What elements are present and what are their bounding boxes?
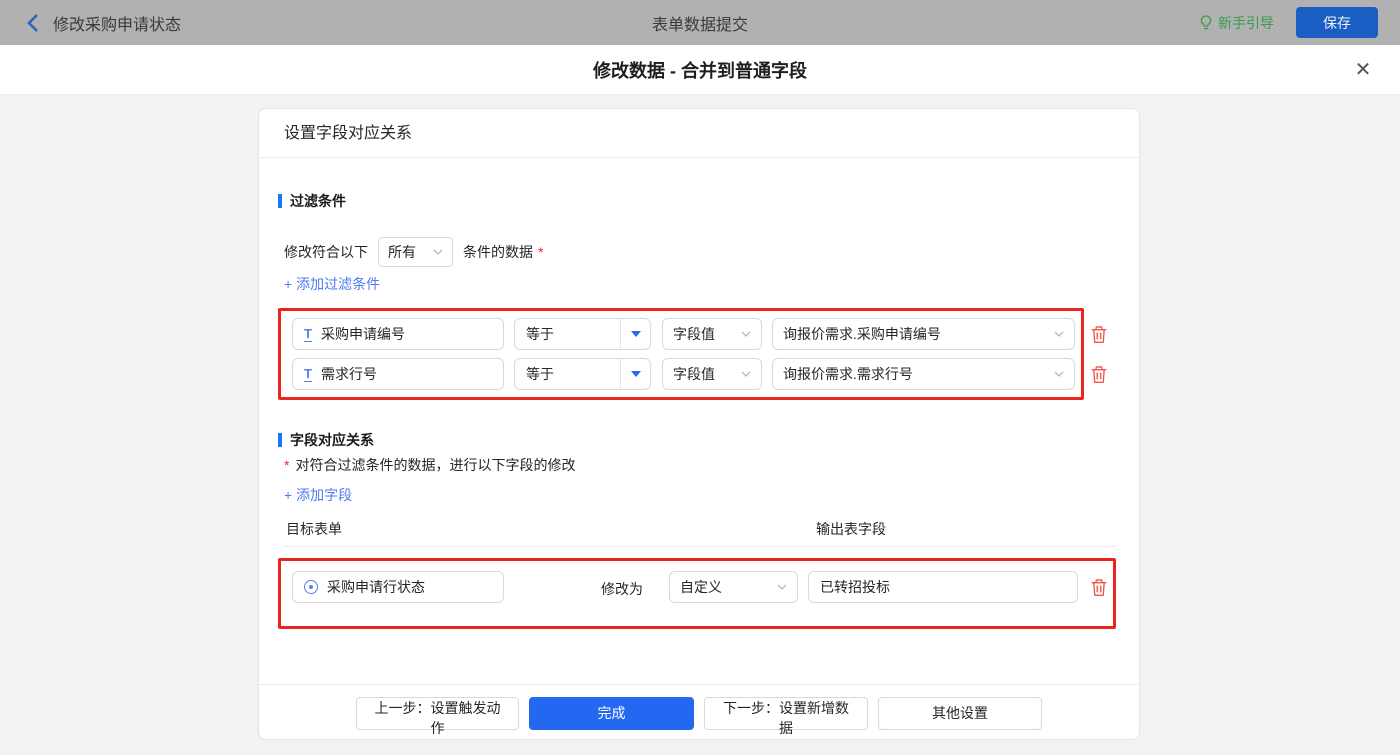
- caret-down-icon: [620, 359, 650, 389]
- back-chevron-icon: [27, 13, 38, 32]
- chevron-down-icon: [777, 584, 787, 590]
- filter-section-label: 过滤条件: [290, 193, 346, 209]
- lightbulb-icon: [1200, 14, 1212, 29]
- filter-value-text: 询报价需求.采购申请编号: [783, 326, 941, 342]
- chevron-down-icon: [741, 371, 751, 377]
- guide-label: 新手引导: [1218, 14, 1274, 31]
- card-header: 设置字段对应关系: [259, 109, 1139, 158]
- required-mark: *: [538, 244, 544, 260]
- mapping-desc-row: * 对符合过滤条件的数据，进行以下字段的修改: [284, 456, 575, 474]
- required-mark: *: [284, 457, 290, 473]
- custom-value-input[interactable]: [808, 571, 1078, 603]
- filter-field-label: 需求行号: [320, 366, 377, 382]
- close-icon[interactable]: ✕: [1351, 58, 1375, 82]
- page-title: 表单数据提交: [651, 16, 748, 34]
- filter-field-label: 采购申请编号: [320, 326, 405, 342]
- mapping-section-label: 字段对应关系: [290, 432, 374, 448]
- filter-field-box[interactable]: T 采购申请编号: [292, 318, 504, 350]
- text-field-icon: T: [304, 365, 312, 382]
- field-mapping-card: 设置字段对应关系 过滤条件 修改符合以下 所有 条件的数据 * + 添加过滤条件…: [258, 108, 1140, 740]
- modal-title: 修改数据 - 合并到普通字段: [593, 60, 807, 81]
- done-button[interactable]: 完成: [529, 696, 694, 730]
- filter-value-select[interactable]: 询报价需求.需求行号: [772, 358, 1075, 390]
- table-divider: [284, 546, 1116, 547]
- column-header-output: 输出表字段: [816, 521, 886, 537]
- chevron-down-icon: [433, 249, 443, 255]
- match-mode-value: 所有: [388, 244, 416, 260]
- chevron-down-icon: [741, 331, 751, 337]
- prev-step-button[interactable]: 上一步：设置触发动作: [356, 696, 519, 736]
- back-button[interactable]: [26, 13, 39, 33]
- next-step-button[interactable]: 下一步：设置新增数据: [704, 696, 868, 736]
- mapping-mode-value: 自定义: [680, 579, 722, 595]
- filter-valuetype-select[interactable]: 字段值: [662, 318, 762, 350]
- match-suffix-label: 条件的数据: [463, 244, 533, 260]
- modal-header: 修改数据 - 合并到普通字段: [0, 45, 1400, 95]
- mapping-desc: 对符合过滤条件的数据，进行以下字段的修改: [295, 457, 576, 473]
- caret-down-icon: [620, 319, 650, 349]
- filter-operator-value: 等于: [526, 366, 554, 382]
- match-mode-select[interactable]: 所有: [378, 237, 453, 267]
- column-header-target: 目标表单: [286, 521, 342, 537]
- filter-section-title: 过滤条件: [278, 191, 346, 211]
- filter-valuetype-select[interactable]: 字段值: [662, 358, 762, 390]
- beginner-guide-link[interactable]: 新手引导: [1199, 13, 1274, 33]
- section-bar-icon: [278, 433, 282, 447]
- delete-row-icon[interactable]: [1090, 578, 1108, 597]
- radio-field-icon: [304, 580, 318, 594]
- chevron-down-icon: [1054, 331, 1064, 337]
- filter-value-text: 询报价需求.需求行号: [783, 366, 913, 382]
- filter-operator-select[interactable]: 等于: [514, 318, 651, 350]
- add-filter-link[interactable]: + 添加过滤条件: [284, 274, 380, 294]
- workflow-title: 修改采购申请状态: [53, 16, 182, 34]
- mapping-field-box[interactable]: 采购申请行状态: [292, 571, 504, 603]
- save-button[interactable]: 保存: [1296, 7, 1378, 38]
- section-bar-icon: [278, 194, 282, 208]
- filter-field-box[interactable]: T 需求行号: [292, 358, 504, 390]
- filter-operator-select[interactable]: 等于: [514, 358, 651, 390]
- text-field-icon: T: [304, 325, 312, 342]
- mapping-mode-select[interactable]: 自定义: [669, 571, 798, 603]
- filter-operator-value: 等于: [526, 326, 554, 342]
- modal-body: 设置字段对应关系 过滤条件 修改符合以下 所有 条件的数据 * + 添加过滤条件…: [0, 95, 1400, 755]
- modify-to-label: 修改为: [601, 581, 643, 597]
- top-app-bar: 修改采购申请状态 表单数据提交 新手引导 保存: [0, 0, 1400, 45]
- filter-valuetype-value: 字段值: [673, 366, 715, 382]
- other-settings-button[interactable]: 其他设置: [878, 696, 1042, 730]
- filter-valuetype-value: 字段值: [673, 326, 715, 342]
- delete-row-icon[interactable]: [1090, 365, 1108, 384]
- filter-value-select[interactable]: 询报价需求.采购申请编号: [772, 318, 1075, 350]
- mapping-field-label: 采购申请行状态: [327, 579, 425, 595]
- add-field-link[interactable]: + 添加字段: [284, 485, 352, 505]
- match-condition-row: 修改符合以下 所有 条件的数据 *: [284, 236, 543, 268]
- card-footer: 上一步：设置触发动作 完成 下一步：设置新增数据 其他设置: [259, 684, 1139, 741]
- match-prefix-label: 修改符合以下: [284, 244, 368, 260]
- delete-row-icon[interactable]: [1090, 325, 1108, 344]
- mapping-section-title: 字段对应关系: [278, 430, 374, 450]
- chevron-down-icon: [1054, 371, 1064, 377]
